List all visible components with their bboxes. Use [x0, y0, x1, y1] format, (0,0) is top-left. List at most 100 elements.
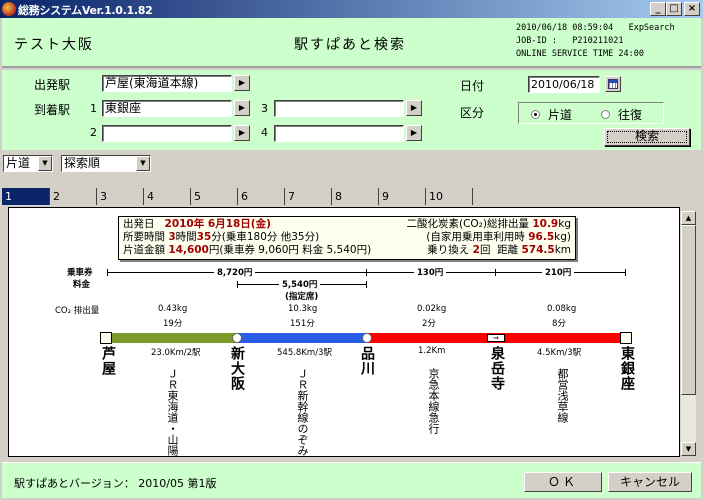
fee-amount: 5,540円 — [279, 278, 321, 290]
ticket-fare-3: 210円 — [542, 266, 575, 278]
tab-10[interactable]: 10 — [425, 188, 472, 205]
fare-value: 14,600 — [168, 244, 209, 256]
datetime-text: 2010/06/18 08:59:04 ExpSearch — [516, 23, 675, 33]
arrival-1-input[interactable]: 東銀座 — [102, 100, 232, 117]
scroll-down-button[interactable]: ▼ — [681, 442, 696, 456]
arrival-2-input[interactable] — [102, 125, 232, 142]
vertical-scrollbar[interactable]: ▲ ▼ — [681, 211, 696, 456]
segment-3-time: 2分 — [422, 319, 436, 329]
tab-8[interactable]: 8 — [331, 188, 378, 205]
tab-6[interactable]: 6 — [237, 188, 284, 205]
fare-detail: 円(乗車券 9,060円 料金 5,540円) — [208, 244, 372, 256]
departure-date-label: 出発日 — [123, 218, 155, 230]
segment-4-distance: 4.5Km/3駅 — [537, 348, 582, 358]
car-co2-unit: kg) — [554, 231, 571, 243]
arrival-4-input[interactable] — [274, 125, 404, 142]
segment-1-time: 19分 — [163, 319, 183, 329]
arrival-1-picker-button[interactable]: ▶ — [234, 100, 250, 116]
route-summary: 出発日 2010年 6月18日(金) 二酸化炭素(CO₂)総排出量 10.9kg… — [118, 216, 576, 260]
ticket-fare-1: 8,720円 — [214, 266, 256, 278]
chevron-down-icon: ▼ — [38, 156, 52, 171]
play-icon: ▶ — [238, 128, 246, 137]
segment-4-co2: 0.08kg — [547, 304, 577, 314]
co2-total-unit: kg — [558, 218, 571, 230]
destination-station-marker — [620, 332, 632, 344]
tab-7[interactable]: 7 — [284, 188, 331, 205]
version-text: 駅すぱあとバージョン： 2010/05 第1版 — [14, 477, 217, 490]
ok-button[interactable]: ＯＫ — [524, 472, 602, 492]
fee-note: (指定席) — [285, 292, 319, 302]
search-form: 出発駅 芦屋(東海道本線) ▶ 到着駅 1 東銀座 ▶ 2 ▶ 3 ▶ 4 ▶ … — [2, 70, 701, 150]
segment-4-bar — [497, 333, 627, 343]
co2-total-value: 10.9 — [532, 218, 559, 230]
trip-type-select-value: 片道 — [6, 156, 31, 170]
segment-3-bar — [367, 333, 497, 343]
origin-station-marker — [100, 332, 112, 344]
departure-picker-button[interactable]: ▶ — [234, 75, 250, 91]
distance-value: 574.5 — [521, 244, 555, 256]
segment-1-co2: 0.43kg — [158, 304, 188, 314]
arrival-2-picker-button[interactable]: ▶ — [234, 125, 250, 141]
scroll-thumb[interactable] — [681, 225, 696, 395]
trip-type-label: 区分 — [460, 106, 485, 120]
station-shin-osaka[interactable]: 新大阪 — [227, 346, 247, 391]
tab-1[interactable]: 1 — [2, 188, 49, 205]
station-sengakuji[interactable]: 泉岳寺 — [487, 346, 507, 391]
maximize-button[interactable]: □ — [666, 2, 682, 16]
arrival-3-input[interactable] — [274, 100, 404, 117]
ticket-fare-2: 130円 — [414, 266, 447, 278]
departure-input[interactable]: 芦屋(東海道本線) — [102, 75, 232, 92]
segment-4-time: 8分 — [552, 319, 566, 329]
cancel-button[interactable]: キャンセル — [608, 472, 692, 492]
radio-round-trip-label: 往復 — [618, 108, 643, 122]
title-bar: 総務システムVer.1.0.1.82 _ □ × — [0, 0, 703, 18]
arrival-4-picker-button[interactable]: ▶ — [406, 125, 422, 141]
transfer-value: 2 — [472, 244, 480, 256]
segment-3-line: 京急本線急行 — [427, 368, 440, 434]
calendar-icon — [608, 79, 618, 89]
departure-label: 出発駅 — [34, 78, 71, 92]
tab-4[interactable]: 4 — [143, 188, 190, 205]
date-input[interactable]: 2010/06/18 — [528, 76, 600, 93]
segment-3-co2: 0.02kg — [417, 304, 447, 314]
ticket-label: 乗車券 — [67, 268, 93, 278]
segment-2-line: ＪＲ新幹線のぞみ — [296, 368, 309, 456]
car-co2-value: 96.5 — [528, 231, 555, 243]
tab-3[interactable]: 3 — [96, 188, 143, 205]
walk-transfer-icon: ⇒ — [487, 334, 505, 342]
co2-label: CO₂ 排出量 — [55, 306, 100, 316]
session-info: 2010/06/18 08:59:04 ExpSearch JOB-ID : P2… — [516, 22, 675, 61]
sort-order-select[interactable]: 探索順 ▼ — [61, 155, 151, 172]
trip-type-select[interactable]: 片道 ▼ — [3, 155, 53, 172]
station-ashiya[interactable]: 芦屋 — [98, 346, 118, 376]
tab-5[interactable]: 5 — [190, 188, 237, 205]
arrival-4-number: 4 — [261, 126, 268, 139]
close-button[interactable]: × — [684, 2, 700, 16]
tab-9[interactable]: 9 — [378, 188, 425, 205]
car-co2-label: (自家用乗用車利用時 — [426, 231, 525, 243]
arrival-label: 到着駅 — [34, 103, 71, 117]
date-label: 日付 — [460, 79, 485, 93]
arrival-3-picker-button[interactable]: ▶ — [406, 100, 422, 116]
arrival-1-number: 1 — [90, 102, 97, 115]
radio-one-way[interactable]: 片道 — [531, 106, 572, 123]
scroll-up-button[interactable]: ▲ — [681, 211, 696, 225]
distance-unit: km — [554, 244, 571, 256]
distance-label: 距離 — [497, 244, 519, 256]
tab-2[interactable]: 2 — [49, 188, 96, 205]
duration-hours: 3 — [168, 231, 176, 243]
play-icon: ▶ — [238, 78, 246, 87]
transfer-label: 乗り換え — [427, 244, 470, 256]
minimize-button[interactable]: _ — [650, 2, 666, 16]
calendar-button[interactable] — [605, 76, 621, 92]
segment-1-bar — [106, 333, 237, 343]
play-icon: ▶ — [410, 103, 418, 112]
search-button[interactable]: 検索 — [604, 128, 690, 146]
duration-minutes: 35 — [196, 231, 212, 243]
fare-label: 片道金額 — [123, 244, 165, 256]
radio-round-trip[interactable]: 往復 — [601, 106, 642, 123]
station-shinagawa[interactable]: 品川 — [357, 346, 377, 376]
radio-one-way-label: 片道 — [548, 108, 573, 122]
station-higashi-ginza[interactable]: 東銀座 — [617, 346, 637, 391]
result-tabs: 1 2 3 4 5 6 7 8 9 10 — [2, 188, 473, 206]
